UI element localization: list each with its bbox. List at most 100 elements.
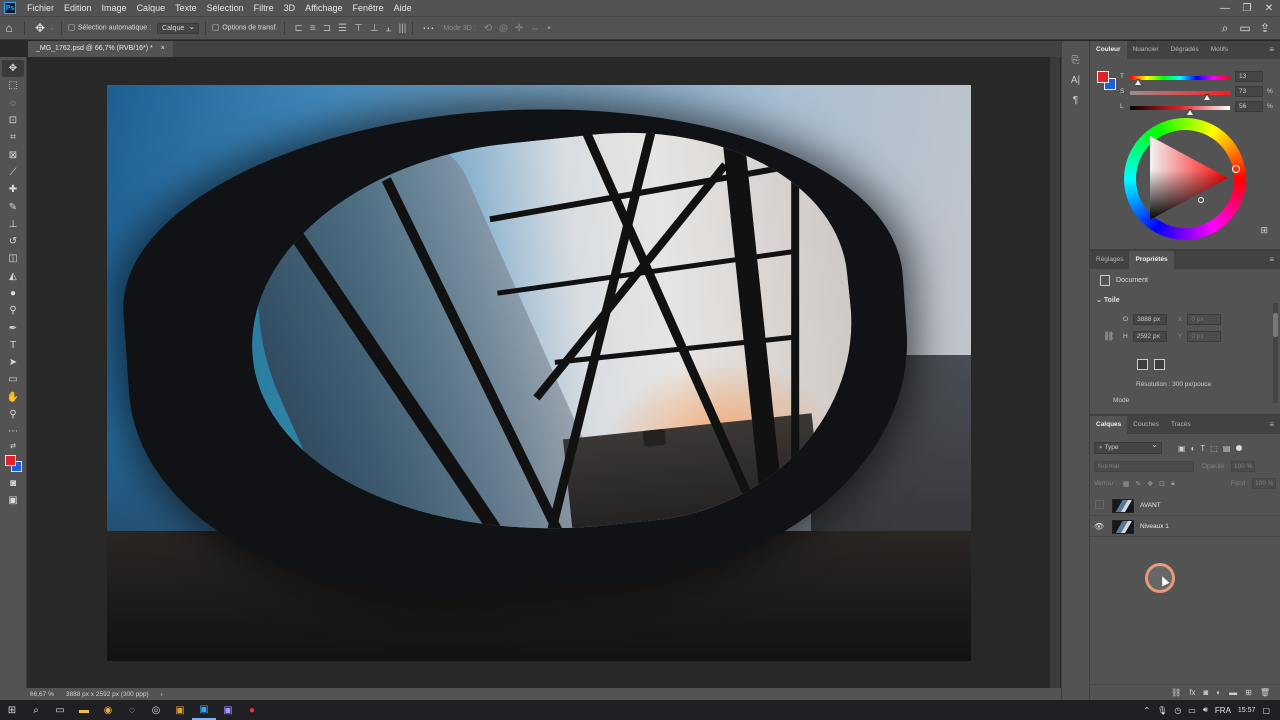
close-tab-icon[interactable]: × bbox=[161, 41, 165, 57]
hue-track[interactable] bbox=[1130, 76, 1230, 80]
move-tool-icon[interactable]: ✥ bbox=[2, 60, 24, 78]
3d-orbit-icon[interactable]: ⟲ bbox=[484, 23, 492, 34]
delete-layer-icon[interactable]: 🗑︎ bbox=[1260, 688, 1270, 697]
menu-filtre[interactable]: Filtre bbox=[249, 0, 279, 16]
crop-tool-icon[interactable]: ⌗ bbox=[2, 129, 24, 146]
distribute-v-icon[interactable]: ||| bbox=[399, 23, 407, 34]
hand-tool-icon[interactable]: ✋ bbox=[2, 389, 24, 406]
dodge-tool-icon[interactable]: ⚲ bbox=[2, 302, 24, 319]
lightness-track[interactable] bbox=[1130, 106, 1230, 110]
task-view-icon[interactable]: ▭ bbox=[48, 700, 72, 720]
hue-slider-thumb[interactable] bbox=[1135, 79, 1141, 85]
chevron-down-icon[interactable]: ⌄ bbox=[1096, 297, 1102, 304]
pixel-layer-filter-icon[interactable]: ▣ bbox=[1178, 444, 1186, 453]
fill-input[interactable]: 100 % bbox=[1252, 478, 1276, 489]
document-image[interactable] bbox=[107, 85, 971, 661]
tab-reglages[interactable]: Réglages bbox=[1090, 251, 1129, 269]
eye-icon[interactable]: 👁︎ bbox=[1090, 522, 1108, 531]
menu-calque[interactable]: Calque bbox=[132, 0, 171, 16]
tab-traces[interactable]: Tracés bbox=[1165, 416, 1197, 434]
eraser-tool-icon[interactable]: ◫ bbox=[2, 250, 24, 267]
photoshop-taskbar-icon[interactable]: ▣ bbox=[192, 700, 216, 720]
network-icon[interactable]: ▭ bbox=[1188, 706, 1196, 715]
3d-pan-icon[interactable]: ✛ bbox=[515, 23, 523, 34]
move-tool-icon[interactable]: ✥ bbox=[31, 21, 49, 35]
saturation-track[interactable] bbox=[1130, 91, 1230, 95]
landscape-orientation-icon[interactable] bbox=[1154, 359, 1165, 370]
search-icon[interactable]: ⌕ bbox=[24, 700, 48, 720]
width-input[interactable]: 3888 px bbox=[1133, 314, 1168, 325]
clock[interactable]: 15:57 bbox=[1238, 707, 1256, 714]
quick-mask-icon[interactable]: ◙ bbox=[2, 475, 24, 492]
panel-menu-icon[interactable]: ≡ bbox=[1269, 41, 1274, 59]
canvas-vertical-scrollbar[interactable] bbox=[1050, 57, 1060, 688]
portrait-orientation-icon[interactable] bbox=[1137, 359, 1148, 370]
recording-app-icon[interactable]: ● bbox=[240, 700, 264, 720]
distribute-h-icon[interactable]: ☰ bbox=[338, 23, 347, 34]
lightness-slider-thumb[interactable] bbox=[1187, 109, 1193, 115]
menu-texte[interactable]: Texte bbox=[170, 0, 202, 16]
3d-slide-icon[interactable]: ⇔ bbox=[530, 23, 540, 34]
lightness-value-field[interactable]: 56 bbox=[1235, 101, 1263, 112]
swap-colors-icon[interactable]: ⇄ bbox=[2, 441, 24, 451]
tray-chevron-icon[interactable]: ⌃ bbox=[1143, 706, 1150, 715]
rectangle-tool-icon[interactable]: ▭ bbox=[2, 371, 24, 388]
hue-ring-marker[interactable] bbox=[1232, 165, 1240, 173]
smart-object-filter-icon[interactable]: ▤ bbox=[1223, 444, 1231, 453]
color-wheel[interactable] bbox=[1124, 118, 1246, 240]
windows-start-icon[interactable]: ⊞ bbox=[0, 700, 24, 720]
3d-roll-icon[interactable]: ◎ bbox=[499, 23, 508, 34]
screen-mode-icon[interactable]: ▣ bbox=[2, 492, 24, 509]
app-record-icon[interactable]: ◎ bbox=[144, 700, 168, 720]
filter-toggle[interactable] bbox=[1236, 445, 1243, 451]
menu-edition[interactable]: Edition bbox=[59, 0, 97, 16]
3d-scale-icon[interactable]: ▪ bbox=[547, 23, 551, 34]
checkbox-box[interactable] bbox=[212, 24, 220, 32]
expand-wheel-icon[interactable]: ⊞ bbox=[1260, 225, 1268, 236]
restore-button[interactable]: ❐ bbox=[1236, 3, 1258, 14]
healing-brush-tool-icon[interactable]: ✚ bbox=[2, 181, 24, 198]
history-panel-icon[interactable]: ⎘ bbox=[1068, 53, 1084, 67]
type-layer-filter-icon[interactable]: T bbox=[1200, 444, 1205, 453]
opacity-input[interactable]: 100 % bbox=[1231, 461, 1256, 472]
new-adjustment-layer-icon[interactable]: ◐ bbox=[1216, 688, 1221, 697]
menu-affichage[interactable]: Affichage bbox=[300, 0, 347, 16]
layer-style-icon[interactable]: fx bbox=[1189, 688, 1195, 697]
history-brush-tool-icon[interactable]: ↺ bbox=[2, 233, 24, 250]
tab-degrades[interactable]: Dégradés bbox=[1165, 41, 1205, 59]
lock-all-icon[interactable]: 🔒︎ bbox=[1171, 480, 1175, 488]
status-arrow-icon[interactable]: › bbox=[161, 691, 163, 698]
type-tool-icon[interactable]: T bbox=[2, 337, 24, 354]
share-icon[interactable]: ⇪ bbox=[1256, 21, 1274, 36]
align-top-icon[interactable]: ⊤ bbox=[354, 23, 363, 34]
menu-image[interactable]: Image bbox=[97, 0, 132, 16]
tool-preset-chevron-icon[interactable]: ⌄ bbox=[49, 24, 55, 32]
marquee-tool-icon[interactable]: ⬚ bbox=[2, 77, 24, 94]
foreground-color-swatch[interactable] bbox=[5, 454, 16, 466]
zoom-level[interactable]: 66,67 % bbox=[30, 691, 54, 698]
transform-controls-checkbox[interactable]: Options de transf. bbox=[212, 24, 278, 32]
panel-menu-icon[interactable]: ≡ bbox=[1269, 416, 1274, 434]
app-circle-icon[interactable]: ◌ bbox=[120, 700, 144, 720]
lock-image-icon[interactable]: ✎ bbox=[1135, 480, 1141, 488]
saturation-lightness-triangle[interactable] bbox=[1150, 136, 1228, 220]
clone-stamp-tool-icon[interactable]: ⊥ bbox=[2, 216, 24, 233]
close-window-button[interactable]: ✕ bbox=[1258, 3, 1280, 14]
pen-tool-icon[interactable]: ✒ bbox=[2, 319, 24, 336]
auto-select-checkbox[interactable]: Sélection automatique : bbox=[67, 24, 151, 32]
height-input[interactable]: 2592 px bbox=[1132, 331, 1167, 342]
saturation-value-field[interactable]: 73 bbox=[1235, 86, 1263, 97]
lock-transparency-icon[interactable]: ▦ bbox=[1123, 480, 1130, 488]
align-right-icon[interactable]: ⊐ bbox=[323, 23, 331, 34]
lasso-tool-icon[interactable]: ◌ bbox=[2, 95, 24, 112]
menu-fenetre[interactable]: Fenêtre bbox=[348, 0, 389, 16]
color-swatches[interactable] bbox=[2, 453, 24, 475]
tab-couches[interactable]: Couches bbox=[1127, 416, 1165, 434]
blend-mode-dropdown[interactable]: Normal bbox=[1094, 461, 1194, 472]
align-bottom-icon[interactable]: ⫠ bbox=[386, 23, 392, 34]
path-selection-tool-icon[interactable]: ➤ bbox=[2, 354, 24, 371]
color-panel-swatches[interactable] bbox=[1097, 71, 1117, 91]
tab-couleur[interactable]: Couleur bbox=[1090, 41, 1127, 59]
paragraph-panel-icon[interactable]: ¶ bbox=[1068, 93, 1084, 107]
blur-tool-icon[interactable]: ● bbox=[2, 285, 24, 302]
